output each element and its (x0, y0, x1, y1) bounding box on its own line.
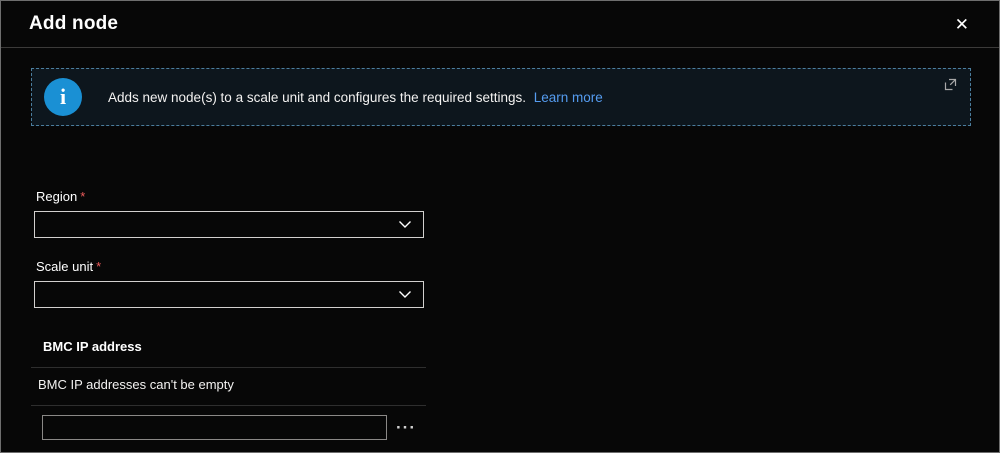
open-in-new-icon[interactable] (943, 77, 958, 92)
scale-unit-label: Scale unit* (36, 259, 426, 274)
chevron-down-icon (398, 220, 412, 229)
divider (31, 405, 426, 406)
chevron-down-icon (398, 290, 412, 299)
add-node-form: Region* Scale unit* BMC IP address BMC I… (34, 189, 426, 440)
region-dropdown[interactable] (34, 211, 424, 238)
bmc-section-header: BMC IP address (43, 339, 426, 354)
region-label: Region* (36, 189, 426, 204)
page-title: Add node (29, 13, 118, 35)
close-icon[interactable]: ✕ (951, 14, 973, 35)
info-icon: i (44, 78, 82, 116)
add-node-panel: { "dialog": { "title": "Add node" }, "ic… (0, 0, 1000, 453)
region-field-group: Region* (34, 189, 426, 238)
scale-unit-field-group: Scale unit* (34, 259, 426, 308)
bmc-ip-input[interactable] (42, 415, 387, 440)
required-asterisk: * (96, 259, 101, 274)
more-options-icon[interactable]: ··· (396, 419, 416, 436)
required-asterisk: * (80, 189, 85, 204)
banner-message: Adds new node(s) to a scale unit and con… (108, 90, 603, 105)
bmc-input-row: ··· (34, 415, 426, 440)
dialog-header: Add node ✕ (1, 1, 999, 48)
info-banner: i Adds new node(s) to a scale unit and c… (31, 68, 971, 126)
bmc-error-text: BMC IP addresses can't be empty (38, 377, 426, 392)
learn-more-link[interactable]: Learn more (534, 90, 603, 105)
divider (31, 367, 426, 368)
scale-unit-dropdown[interactable] (34, 281, 424, 308)
banner-text: Adds new node(s) to a scale unit and con… (108, 90, 526, 105)
